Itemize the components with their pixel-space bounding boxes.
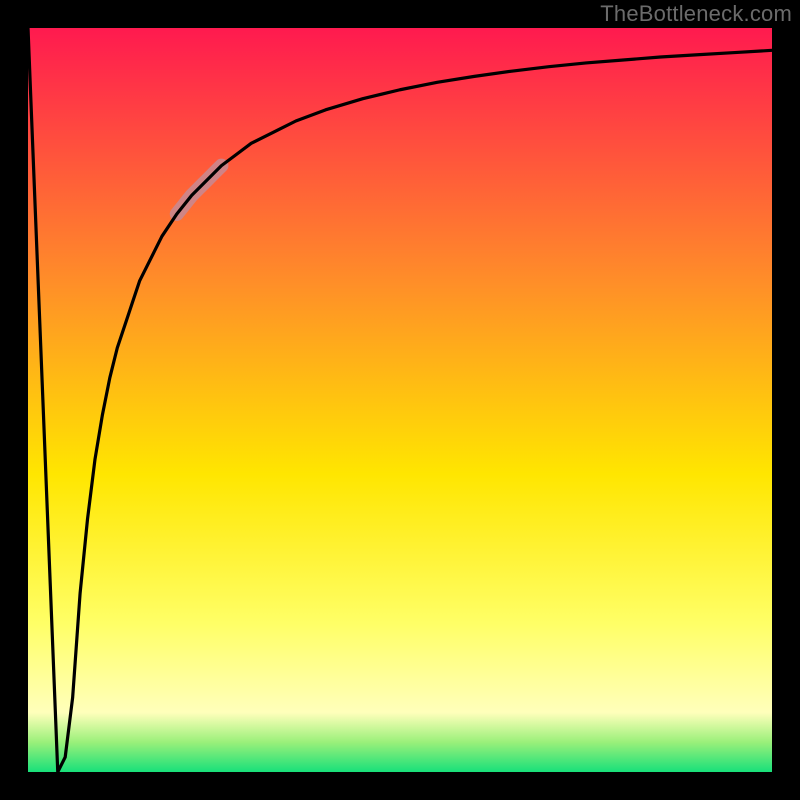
- gradient-background: [28, 28, 772, 772]
- chart-frame: TheBottleneck.com: [0, 0, 800, 800]
- chart-svg: [28, 28, 772, 772]
- attribution-label: TheBottleneck.com: [600, 1, 792, 27]
- plot-area: [28, 28, 772, 772]
